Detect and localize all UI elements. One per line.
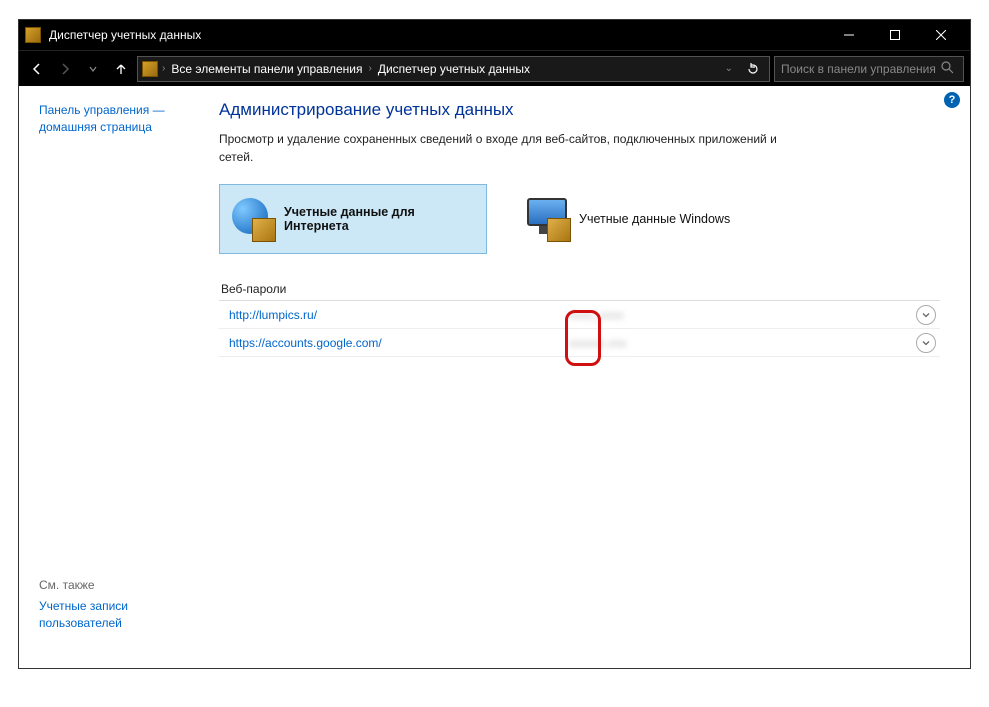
refresh-button[interactable] (741, 57, 765, 81)
help-icon[interactable]: ? (944, 92, 960, 108)
window-title: Диспетчер учетных данных (49, 28, 826, 42)
forward-button[interactable] (53, 57, 77, 81)
credential-user-blurred: xxxxxx.xxx (569, 336, 689, 350)
credential-url[interactable]: https://accounts.google.com/ (229, 336, 569, 350)
tile-windows-credentials[interactable]: Учетные данные Windows (515, 184, 783, 254)
credential-type-tiles: Учетные данные для Интернета Учетные дан… (219, 184, 940, 254)
back-button[interactable] (25, 57, 49, 81)
sidebar-user-accounts-link[interactable]: Учетные записи пользователей (39, 598, 209, 632)
credential-user-blurred: xxxx_xxxx (569, 308, 689, 322)
sidebar: Панель управления — домашняя страница См… (19, 86, 219, 668)
breadcrumb-item[interactable]: Диспетчер учетных данных (376, 62, 532, 76)
main-panel: Администрирование учетных данных Просмот… (219, 86, 970, 668)
page-description: Просмотр и удаление сохраненных сведений… (219, 130, 779, 166)
page-title: Администрирование учетных данных (219, 100, 940, 120)
minimize-button[interactable] (826, 20, 872, 50)
globe-safe-icon (232, 198, 274, 240)
maximize-button[interactable] (872, 20, 918, 50)
content-area: ? Панель управления — домашняя страница … (19, 86, 970, 668)
location-icon (142, 61, 158, 77)
search-icon (941, 61, 957, 77)
credential-row: https://accounts.google.com/ xxxxxx.xxx (219, 329, 940, 357)
address-bar[interactable]: › Все элементы панели управления › Диспе… (137, 56, 770, 82)
close-button[interactable] (918, 20, 964, 50)
navbar: › Все элементы панели управления › Диспе… (19, 50, 970, 86)
section-header: Веб-пароли (219, 282, 940, 296)
app-icon (25, 27, 41, 43)
breadcrumb-item[interactable]: Все элементы панели управления (169, 62, 364, 76)
credentials-table: http://lumpics.ru/ xxxx_xxxx https://acc… (219, 300, 940, 357)
expand-button[interactable] (916, 305, 936, 325)
search-bar[interactable] (774, 56, 964, 82)
credential-row: http://lumpics.ru/ xxxx_xxxx (219, 301, 940, 329)
credential-url[interactable]: http://lumpics.ru/ (229, 308, 569, 322)
chevron-down-icon[interactable]: ⌄ (725, 63, 733, 74)
expand-button[interactable] (916, 333, 936, 353)
chevron-right-icon: › (162, 63, 165, 74)
sidebar-link-label: Панель управления — (39, 103, 165, 117)
up-button[interactable] (109, 57, 133, 81)
titlebar: Диспетчер учетных данных (19, 20, 970, 50)
search-input[interactable] (781, 62, 941, 76)
monitor-safe-icon (527, 198, 569, 240)
sidebar-link-label: пользователей (39, 616, 122, 630)
see-also-heading: См. также (39, 578, 209, 592)
see-also-section: См. также Учетные записи пользователей (39, 578, 209, 652)
sidebar-link-label: Учетные записи (39, 599, 128, 613)
sidebar-home-link[interactable]: Панель управления — домашняя страница (39, 102, 209, 136)
tile-label: Учетные данные Windows (579, 212, 771, 226)
recent-dropdown[interactable] (81, 57, 105, 81)
tile-internet-credentials[interactable]: Учетные данные для Интернета (219, 184, 487, 254)
sidebar-link-label: домашняя страница (39, 120, 152, 134)
chevron-right-icon: › (368, 63, 371, 74)
window: Диспетчер учетных данных › (18, 19, 971, 669)
tile-label: Учетные данные для Интернета (284, 205, 474, 233)
